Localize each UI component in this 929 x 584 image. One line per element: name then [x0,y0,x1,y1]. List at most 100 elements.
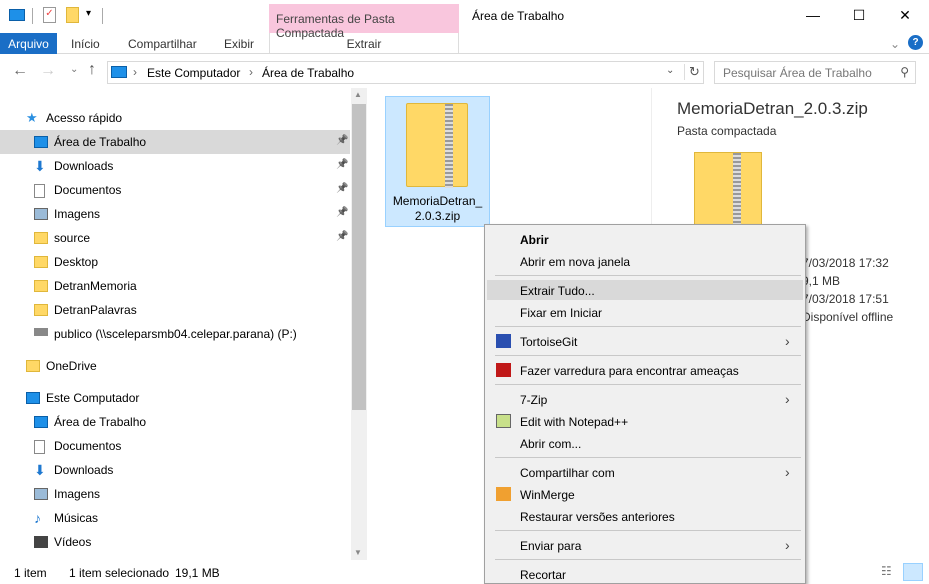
customize-dropdown-icon[interactable]: ▾ [86,8,91,19]
sidebar-item[interactable]: Imagens [0,482,350,506]
sidebar-item[interactable]: ⬇ Downloads 📌 [0,154,350,178]
back-button[interactable]: ← [12,62,28,80]
menu-separator [495,355,801,356]
large-icons-view-icon[interactable] [903,563,923,581]
notepad-icon [496,414,511,428]
expand-ribbon-icon[interactable]: ⌄ [890,33,900,54]
pin-icon[interactable]: 📌 [336,183,348,194]
sidebar-item[interactable]: Área de Trabalho 📌 [0,130,350,154]
menu-item-label: Enviar para [520,539,582,553]
pin-icon[interactable]: 📌 [336,231,348,242]
context-menu-item[interactable]: Fixar em Iniciar [487,302,803,322]
context-menu: Abrir Abrir em nova janela Extrair Tudo...… [484,224,806,584]
context-menu-item[interactable]: Abrir com... [487,433,803,453]
chevron-right-icon: › [785,391,790,407]
sidebar-item[interactable]: DetranPalavras [0,298,350,322]
file-name-line1: MemoriaDetran_ [392,194,483,208]
status-item-count: 1 item [14,566,47,580]
properties-icon[interactable]: ✓ [43,7,56,23]
sidebar-item-label: Downloads [54,463,114,477]
context-menu-item[interactable]: Compartilhar com › [487,462,803,482]
help-icon[interactable]: ? [908,35,923,50]
file-name-line2: 2.0.3.zip [414,209,461,223]
context-menu-item[interactable]: Fazer varredura para encontrar ameaças [487,360,803,380]
breadcrumb-area-de-trabalho[interactable]: Área de Trabalho [262,66,354,80]
close-button[interactable]: ✕ [882,0,928,32]
sidebar-item[interactable]: DetranMemoria [0,274,350,298]
details-view-icon[interactable]: ☷ [881,564,892,578]
music-icon: ♪ [34,510,41,526]
folder-icon [34,280,48,292]
tab-exibir[interactable]: Exibir [224,33,254,54]
mcafee-icon [496,363,511,377]
computer-icon[interactable] [9,9,25,21]
sidebar-item[interactable]: ★ Acesso rápido [0,106,350,130]
sidebar-item[interactable]: Documentos [0,434,350,458]
details-availability: Disponível offline [802,310,894,324]
context-menu-item[interactable]: Extrair Tudo... [487,280,803,300]
sidebar-item-label: Imagens [54,487,101,501]
minimize-button[interactable]: — [790,0,836,32]
sidebar-item[interactable]: ⬇ Downloads [0,458,350,482]
sidebar-item[interactable]: OneDrive [0,354,350,378]
context-menu-item[interactable]: 7-Zip › [487,389,803,409]
context-menu-item[interactable]: Enviar para › [487,535,803,555]
status-size: 19,1 MB [175,566,220,580]
sidebar-item-label: DetranMemoria [54,279,137,293]
desktop-icon [34,136,48,148]
context-tab-compressed-tools[interactable]: Ferramentas de Pasta Compactada [269,4,459,40]
sidebar-item[interactable]: ♪ Músicas [0,506,350,530]
sidebar-item[interactable]: Este Computador [0,386,350,410]
document-icon [34,184,45,198]
details-file-type: Pasta compactada [677,124,777,138]
context-menu-item[interactable]: Restaurar versões anteriores [487,506,803,526]
recent-locations-icon[interactable]: ⌄ [70,64,78,75]
tab-arquivo[interactable]: Arquivo [0,33,57,54]
menu-item-label: Restaurar versões anteriores [520,510,675,524]
desktop-icon [34,416,48,428]
address-bar[interactable]: › Este Computador › Área de Trabalho ⌄ ↻ [107,61,704,84]
pin-icon[interactable]: 📌 [336,207,348,218]
sidebar-item[interactable]: Desktop [0,250,350,274]
pin-icon[interactable]: 📌 [336,135,348,146]
tab-inicio[interactable]: Início [71,33,100,54]
menu-item-label: Extrair Tudo... [520,284,595,298]
search-input[interactable]: Pesquisar Área de Trabalho ⚲ [714,61,916,84]
context-menu-item[interactable]: TortoiseGit › [487,331,803,351]
details-size: 9,1 MB [802,274,841,288]
breadcrumb-este-computador[interactable]: Este Computador [147,66,240,80]
pin-icon[interactable]: 📌 [336,159,348,170]
maximize-button[interactable]: ☐ [836,0,882,32]
scrollbar-thumb[interactable] [352,104,366,410]
sidebar-item[interactable]: Imagens 📌 [0,202,350,226]
new-folder-icon[interactable] [66,7,79,23]
image-icon [34,488,48,500]
tab-compartilhar[interactable]: Compartilhar [128,33,197,54]
folder-icon [26,360,40,372]
up-button[interactable]: ↑ [88,61,96,79]
sidebar-item[interactable]: Vídeos [0,530,350,554]
computer-icon [111,66,127,78]
menu-separator [495,326,801,327]
scroll-down-icon[interactable]: ▼ [354,548,362,557]
context-menu-item[interactable]: Abrir em nova janela [487,251,803,271]
context-menu-item[interactable]: Abrir [487,229,803,249]
sidebar-item[interactable]: source 📌 [0,226,350,250]
sidebar-item[interactable]: Área de Trabalho [0,410,350,434]
sidebar-item[interactable]: publico (\\sceleparsmb04.celepar.parana)… [0,322,350,346]
star-icon: ★ [26,110,38,125]
details-file-name: MemoriaDetran_2.0.3.zip [677,99,868,118]
chevron-down-icon[interactable]: ⌄ [666,65,674,76]
folder-icon [34,256,48,268]
sidebar-item-label: Acesso rápido [46,111,123,125]
scroll-up-icon[interactable]: ▲ [354,90,362,99]
ribbon-tabs: Arquivo Início Compartilhar Exibir ⌄ ? [0,33,929,54]
search-icon: ⚲ [900,65,909,79]
forward-button[interactable]: → [40,62,56,80]
file-item-zip[interactable]: MemoriaDetran_ 2.0.3.zip [385,96,490,227]
folder-icon [34,304,48,316]
sidebar-item[interactable]: Documentos 📌 [0,178,350,202]
context-menu-item[interactable]: WinMerge [487,484,803,504]
refresh-icon[interactable]: ↻ [684,64,700,80]
context-menu-item[interactable]: Edit with Notepad++ [487,411,803,431]
